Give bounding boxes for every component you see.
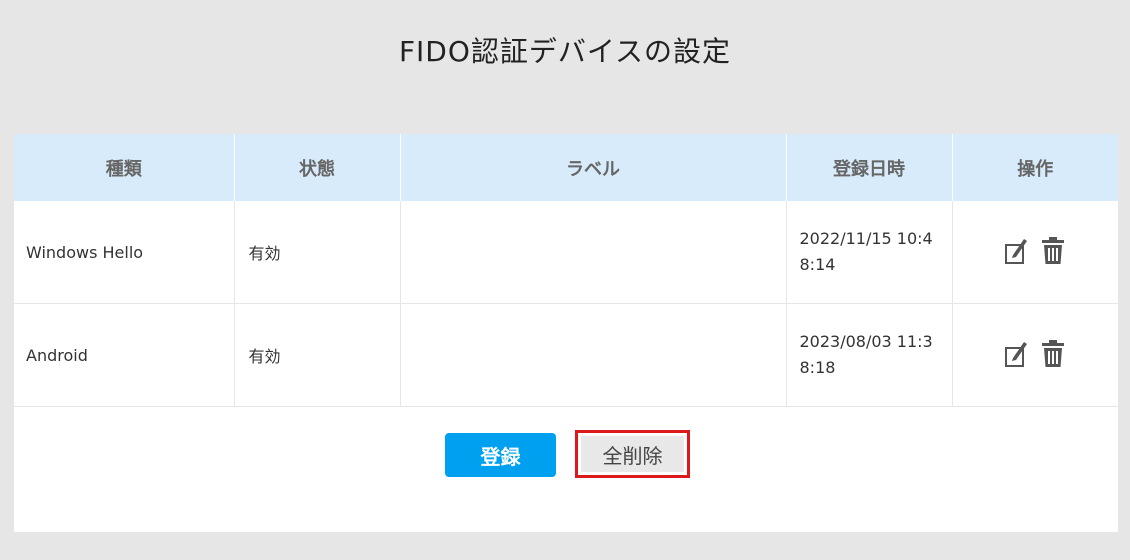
register-button[interactable]: 登録 — [445, 433, 556, 477]
cell-label — [400, 201, 787, 304]
cell-status: 有効 — [234, 303, 401, 407]
edit-icon[interactable] — [1004, 235, 1030, 265]
delete-all-highlight: 全削除 — [575, 430, 690, 478]
cell-registered: 2023/08/03 11:38:18 — [786, 303, 953, 407]
fido-device-panel: 種類 状態 ラベル 登録日時 操作 Windows Hello 有効 2022/… — [14, 134, 1118, 532]
table-row: Windows Hello 有効 2022/11/15 10:48:14 — [14, 201, 1118, 304]
cell-actions — [952, 303, 1118, 407]
column-header-type: 種類 — [14, 134, 235, 201]
column-header-actions: 操作 — [952, 134, 1118, 201]
table-row: Android 有効 2023/08/03 11:38:18 — [14, 303, 1118, 407]
delete-all-button[interactable]: 全削除 — [581, 436, 684, 472]
edit-icon[interactable] — [1004, 338, 1030, 368]
trash-icon[interactable] — [1040, 235, 1066, 265]
cell-type: Windows Hello — [14, 201, 235, 304]
cell-status: 有効 — [234, 201, 401, 304]
column-header-label: ラベル — [400, 134, 787, 201]
column-header-status: 状態 — [234, 134, 401, 201]
table-header-row: 種類 状態 ラベル 登録日時 操作 — [14, 134, 1118, 201]
cell-label — [400, 303, 787, 407]
column-header-registered: 登録日時 — [786, 134, 953, 201]
trash-icon[interactable] — [1040, 338, 1066, 368]
cell-type: Android — [14, 303, 235, 407]
page-title: FIDO認証デバイスの設定 — [398, 35, 732, 68]
cell-actions — [952, 201, 1118, 304]
fido-device-table: 種類 状態 ラベル 登録日時 操作 Windows Hello 有効 2022/… — [14, 134, 1118, 407]
cell-registered: 2022/11/15 10:48:14 — [786, 201, 953, 304]
button-row: 登録 全削除 — [14, 430, 1118, 482]
